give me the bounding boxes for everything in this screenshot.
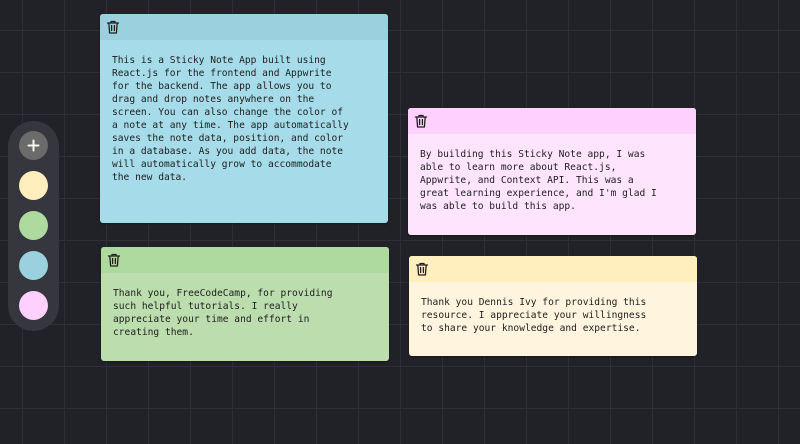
trash-icon[interactable] <box>413 113 429 129</box>
note-header[interactable] <box>101 247 389 273</box>
sticky-note[interactable]: Thank you Dennis Ivy for providing this … <box>409 256 697 356</box>
color-yellow-button[interactable] <box>19 171 48 200</box>
note-header[interactable] <box>409 256 697 282</box>
note-text[interactable]: Thank you Dennis Ivy for providing this … <box>409 282 697 345</box>
plus-icon <box>27 139 40 152</box>
controls-panel <box>8 121 59 331</box>
add-note-button[interactable] <box>19 131 48 160</box>
trash-icon[interactable] <box>105 19 121 35</box>
sticky-note[interactable]: Thank you, FreeCodeCamp, for providing s… <box>101 247 389 361</box>
note-text[interactable]: This is a Sticky Note App built using Re… <box>100 40 388 194</box>
color-purple-button[interactable] <box>19 291 48 320</box>
color-green-button[interactable] <box>19 211 48 240</box>
note-header[interactable] <box>100 14 388 40</box>
sticky-note[interactable]: This is a Sticky Note App built using Re… <box>100 14 388 223</box>
sticky-note[interactable]: By building this Sticky Note app, I was … <box>408 108 696 235</box>
trash-icon[interactable] <box>414 261 430 277</box>
note-text[interactable]: Thank you, FreeCodeCamp, for providing s… <box>101 273 389 349</box>
note-text[interactable]: By building this Sticky Note app, I was … <box>408 134 696 223</box>
color-blue-button[interactable] <box>19 251 48 280</box>
trash-icon[interactable] <box>106 252 122 268</box>
note-header[interactable] <box>408 108 696 134</box>
